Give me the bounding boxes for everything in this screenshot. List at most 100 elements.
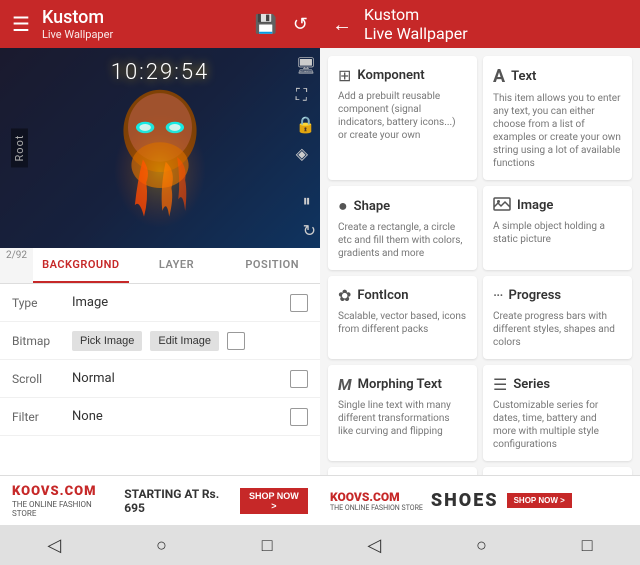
layers-icon[interactable]: ◈ xyxy=(296,144,316,163)
morphing-header: M Morphing Text xyxy=(338,375,467,394)
right-app-title: Kustom xyxy=(364,5,628,24)
component-card-text[interactable]: A Text This item allows you to enter any… xyxy=(483,56,632,180)
fonticon-desc: Scalable, vector based, icons from diffe… xyxy=(338,310,467,336)
image-header: Image xyxy=(493,196,622,215)
left-back-nav[interactable]: ◁ xyxy=(47,535,61,556)
shape-icon: ● xyxy=(338,196,348,216)
component-card-stack[interactable]: ☰ Stack Group xyxy=(483,467,632,475)
left-ad-shop-button[interactable]: SHOP NOW > xyxy=(240,488,308,514)
fonticon-name: FontIcon xyxy=(357,288,408,303)
tab-position[interactable]: POSITION xyxy=(224,248,320,283)
right-title-block: Kustom Live Wallpaper xyxy=(364,5,628,43)
prop-filter-checkbox[interactable] xyxy=(290,408,308,426)
shape-name: Shape xyxy=(354,199,390,214)
prop-bitmap-label: Bitmap xyxy=(12,334,72,348)
prop-filter-value: None xyxy=(72,409,282,424)
komponent-icon: ⊞ xyxy=(338,66,351,85)
component-grid: ⊞ Komponent Add a prebuilt reusable comp… xyxy=(320,48,640,475)
prop-bitmap-actions: Pick Image Edit Image xyxy=(72,331,219,351)
right-recents-nav[interactable]: □ xyxy=(582,535,593,556)
left-nav-bar: ◁ ○ □ xyxy=(0,525,320,565)
komponent-header: ⊞ Komponent xyxy=(338,66,467,85)
tab-layer[interactable]: LAYER xyxy=(129,248,225,283)
left-recents-nav[interactable]: □ xyxy=(262,535,273,556)
left-title-block: Kustom Live Wallpaper xyxy=(42,7,255,42)
komponent-desc: Add a prebuilt reusable component (signa… xyxy=(338,90,467,142)
tab-background[interactable]: BACKGROUND xyxy=(33,248,129,283)
fonticon-icon: ✿ xyxy=(338,286,351,305)
right-back-nav[interactable]: ◁ xyxy=(367,535,381,556)
left-ad-banner: KOOVS.COM THE ONLINE FASHION STORE START… xyxy=(0,475,320,525)
image-name: Image xyxy=(517,198,553,213)
komponent-name: Komponent xyxy=(357,68,424,83)
pick-image-button[interactable]: Pick Image xyxy=(72,331,142,351)
left-top-bar: ☰ Kustom Live Wallpaper 💾 ↺ xyxy=(0,0,320,48)
component-card-progress[interactable]: ··· Progress Create progress bars with d… xyxy=(483,276,632,359)
fullscreen-icon[interactable]: ⛶ xyxy=(296,85,316,105)
progress-desc: Create progress bars with different styl… xyxy=(493,310,622,349)
component-card-series[interactable]: ☰ Series Customizable series for dates, … xyxy=(483,365,632,461)
prop-type-value: Image xyxy=(72,295,282,310)
wallpaper-image xyxy=(100,68,220,228)
edit-image-button[interactable]: Edit Image xyxy=(150,331,219,351)
morphing-desc: Single line text with many different tra… xyxy=(338,399,467,438)
prop-scroll-label: Scroll xyxy=(12,372,72,386)
left-app-title: Kustom xyxy=(42,7,255,29)
right-top-bar: ← Kustom Live Wallpaper xyxy=(320,0,640,48)
prop-filter-label: Filter xyxy=(12,410,72,424)
fonticon-header: ✿ FontIcon xyxy=(338,286,467,305)
shape-header: ● Shape xyxy=(338,196,467,216)
right-app-subtitle: Live Wallpaper xyxy=(364,24,628,43)
prop-scroll-checkbox[interactable] xyxy=(290,370,308,388)
right-ad-shoes-text: SHOES xyxy=(431,490,499,511)
canvas-right-tools: 🖥 ⛶ 🔒 ◈ xyxy=(296,56,316,163)
component-card-komponent[interactable]: ⊞ Komponent Add a prebuilt reusable comp… xyxy=(328,56,477,180)
prop-type-checkbox[interactable] xyxy=(290,294,308,312)
component-card-morphing[interactable]: M Morphing Text Single line text with ma… xyxy=(328,365,477,461)
prop-scroll: Scroll Normal xyxy=(0,360,320,398)
right-nav-bar: ◁ ○ □ xyxy=(320,525,640,565)
prop-filter: Filter None xyxy=(0,398,320,436)
progress-icon: ··· xyxy=(493,286,503,305)
history-icon[interactable]: ↺ xyxy=(293,14,308,35)
component-card-shape[interactable]: ● Shape Create a rectangle, a circle etc… xyxy=(328,186,477,270)
left-ad-subtitle: THE ONLINE FASHION STORE xyxy=(12,500,108,518)
right-ad-logo-text: KOOVS.COM xyxy=(330,490,423,504)
component-card-image[interactable]: Image A simple object holding a static p… xyxy=(483,186,632,270)
root-label: Root xyxy=(11,129,28,168)
text-desc: This item allows you to enter any text, … xyxy=(493,92,622,170)
left-ad-logo-text: KOOVS.COM xyxy=(12,484,108,499)
refresh-icon[interactable]: ↻ xyxy=(303,221,316,240)
right-ad-logo-block: KOOVS.COM THE ONLINE FASHION STORE xyxy=(330,490,423,512)
series-icon: ☰ xyxy=(493,375,507,394)
prop-scroll-value: Normal xyxy=(72,371,282,386)
morphing-icon: M xyxy=(338,375,352,394)
right-ad-logo-sub: THE ONLINE FASHION STORE xyxy=(330,504,423,512)
monitor-icon[interactable]: 🖥 xyxy=(296,56,316,75)
right-ad-shop-button[interactable]: SHOP NOW > xyxy=(507,493,572,508)
prop-type: Type Image xyxy=(0,284,320,322)
canvas-bottom-tools: ⏸ ↻ xyxy=(303,191,316,240)
right-back-icon[interactable]: ← xyxy=(332,12,352,37)
right-panel: ← Kustom Live Wallpaper ⊞ Komponent Add … xyxy=(320,0,640,565)
text-icon: A xyxy=(493,66,505,87)
image-desc: A simple object holding a static picture xyxy=(493,220,622,246)
component-card-fonticon[interactable]: ✿ FontIcon Scalable, vector based, icons… xyxy=(328,276,477,359)
prop-bitmap-checkbox[interactable] xyxy=(227,332,245,350)
series-name: Series xyxy=(513,377,550,392)
text-header: A Text xyxy=(493,66,622,87)
left-home-nav[interactable]: ○ xyxy=(156,535,167,556)
morphing-name: Morphing Text xyxy=(358,377,442,392)
right-home-nav[interactable]: ○ xyxy=(476,535,487,556)
lock-icon[interactable]: 🔒 xyxy=(296,115,316,134)
menu-icon[interactable]: ☰ xyxy=(12,12,30,36)
component-card-overlap[interactable]: ❖ Overlap Group A container for other ob… xyxy=(328,467,477,475)
pause-icon[interactable]: ⏸ xyxy=(303,191,316,211)
right-ad-banner: KOOVS.COM THE ONLINE FASHION STORE SHOES… xyxy=(320,475,640,525)
save-icon[interactable]: 💾 xyxy=(254,14,276,35)
layer-indicator: 2/92 xyxy=(0,248,33,283)
left-ad-promo-main: STARTING AT Rs. 695 xyxy=(124,487,232,515)
left-ad-promo: STARTING AT Rs. 695 xyxy=(124,487,232,515)
text-name: Text xyxy=(511,69,536,84)
left-panel: ☰ Kustom Live Wallpaper 💾 ↺ 10:29:54 xyxy=(0,0,320,565)
